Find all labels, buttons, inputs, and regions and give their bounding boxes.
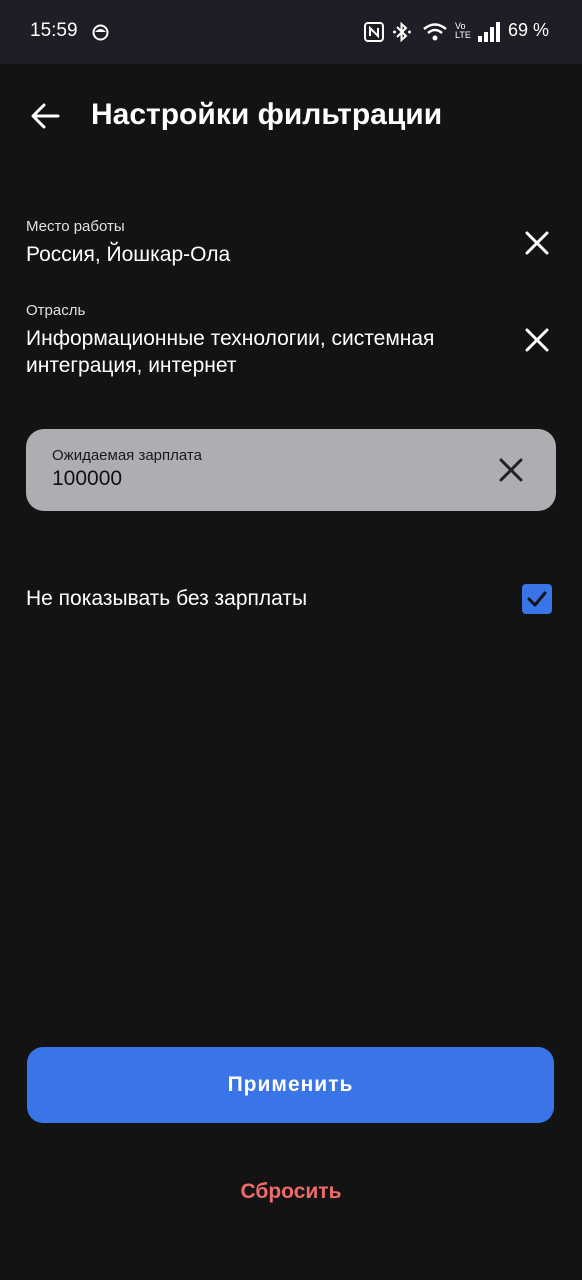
wifi-icon	[422, 22, 448, 47]
status-bar: 15:59 Vo LTE 69 %	[0, 0, 582, 64]
clear-salary-button[interactable]	[491, 450, 531, 490]
nfc-icon	[364, 22, 384, 47]
volte-icon: Vo LTE	[455, 21, 471, 40]
back-arrow-icon[interactable]	[26, 96, 66, 136]
face-icon	[92, 24, 109, 46]
workplace-value[interactable]: Россия, Йошкар-Ола	[26, 241, 230, 268]
hide-without-salary-checkbox[interactable]	[522, 584, 552, 614]
industry-value-line2[interactable]: интеграция, интернет	[26, 352, 236, 379]
close-icon	[525, 328, 549, 352]
close-icon	[525, 231, 549, 255]
reset-button[interactable]: Сбросить	[0, 1180, 582, 1204]
industry-label: Отрасль	[26, 302, 86, 319]
salary-input[interactable]	[52, 467, 472, 491]
battery-level: 69 %	[508, 20, 550, 40]
apply-button[interactable]: Применить	[27, 1047, 554, 1123]
clear-workplace-button[interactable]	[517, 223, 557, 263]
clear-industry-button[interactable]	[517, 320, 557, 360]
hide-without-salary-label: Не показывать без зарплаты	[26, 587, 308, 610]
salary-field[interactable]: Ожидаемая зарплата	[26, 429, 556, 511]
workplace-label: Место работы	[26, 218, 125, 235]
industry-value-line1[interactable]: Информационные технологии, системная	[26, 325, 434, 352]
close-icon	[499, 458, 523, 482]
checkmark-icon	[527, 591, 547, 607]
bluetooth-icon	[392, 21, 412, 48]
salary-label: Ожидаемая зарплата	[52, 447, 202, 464]
page-title: Настройки фильтрации	[91, 98, 443, 131]
status-time: 15:59	[30, 20, 78, 41]
signal-icon	[478, 22, 502, 47]
